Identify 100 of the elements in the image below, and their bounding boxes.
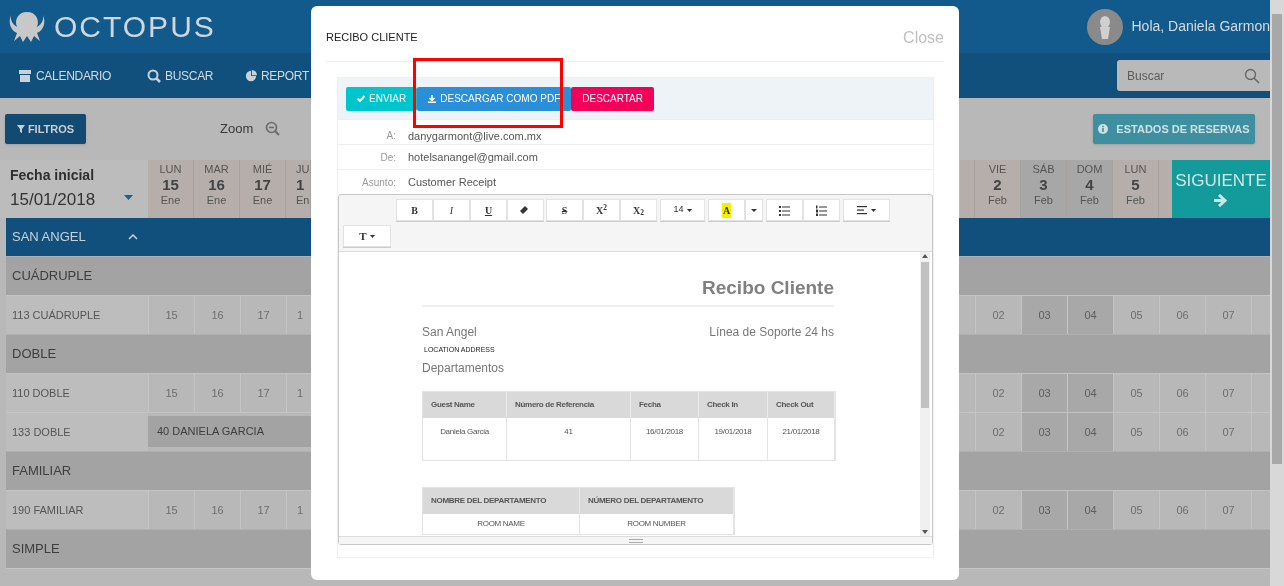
eraser-icon bbox=[520, 204, 531, 216]
nav-item[interactable]: REPORT bbox=[245, 66, 309, 85]
day-number: 16 bbox=[208, 176, 225, 193]
next-label: SIGUIENTE bbox=[1175, 171, 1267, 191]
weekday-text: SÁB bbox=[1032, 162, 1055, 176]
room-category: FAMILIAR bbox=[11, 462, 72, 481]
zoom-out-icon bbox=[265, 121, 282, 137]
column-header: Número de Referencia bbox=[507, 392, 631, 418]
date-picker[interactable]: Fecha inicial 15/01/2018 bbox=[0, 160, 148, 218]
next-button[interactable]: SIGUIENTE bbox=[1172, 160, 1270, 218]
weekday-text: JU bbox=[296, 162, 310, 176]
arrow-right-icon bbox=[1214, 194, 1228, 207]
toolbar-button[interactable]: U bbox=[470, 199, 507, 221]
day-cell[interactable]: 04 bbox=[1067, 413, 1113, 451]
room-name: 190 FAMILIAR bbox=[6, 491, 148, 529]
input-field[interactable]: danygarmont@live.com.mx bbox=[408, 129, 933, 143]
location-name: San Angel bbox=[422, 323, 477, 341]
day-header[interactable]: MIÉ 17 Ene bbox=[240, 160, 286, 218]
day-header[interactable]: SÁB 3 Feb bbox=[1021, 160, 1067, 218]
month-text: Feb bbox=[1034, 193, 1053, 207]
day-cell[interactable]: 03 bbox=[1021, 374, 1067, 412]
day-header[interactable]: DOM 4 Feb bbox=[1067, 160, 1113, 218]
toolbar-button[interactable] bbox=[507, 199, 544, 221]
align-icon bbox=[857, 204, 868, 216]
start-date-value: 15/01/2018 bbox=[10, 189, 96, 211]
search-field[interactable]: Buscar bbox=[1117, 60, 1270, 91]
day-cell[interactable]: 03 bbox=[1021, 491, 1067, 529]
support-line: Línea de Soporte 24 hs bbox=[709, 323, 834, 341]
section-title: Departamentos bbox=[422, 360, 506, 377]
column-header: Fecha bbox=[631, 392, 699, 418]
filters-button[interactable]: FILTROS bbox=[5, 114, 86, 144]
day-cell[interactable]: 03 bbox=[1021, 413, 1067, 451]
scrollbar[interactable] bbox=[920, 252, 930, 536]
room-name: 133 DOBLE bbox=[6, 413, 148, 451]
table-cell: Daniela Garcia bbox=[423, 418, 507, 460]
input-field[interactable]: hotelsanangel@gmail.com bbox=[408, 150, 933, 164]
day-header[interactable]: LUN 15 Ene bbox=[148, 160, 194, 218]
greeting-text: Hola, Daniela Garmon bbox=[1131, 17, 1270, 36]
search-icon bbox=[147, 68, 161, 83]
caret-icon bbox=[686, 208, 692, 212]
day-number: 2 bbox=[993, 176, 1002, 193]
table-cell: 16/01/2018 bbox=[631, 418, 699, 460]
day-cell[interactable]: 04 bbox=[1067, 374, 1113, 412]
status-button[interactable]: ESTADOS DE RESERVAS bbox=[1093, 114, 1255, 144]
table-cell: ROOM NAME bbox=[423, 514, 580, 534]
archive-icon bbox=[18, 68, 32, 83]
bullet-list-icon bbox=[779, 204, 790, 216]
nav-item[interactable]: BUSCAR bbox=[147, 66, 245, 85]
action-button[interactable]: DESCARTAR bbox=[571, 86, 654, 111]
close-button[interactable]: Close bbox=[903, 17, 944, 50]
toolbar-button[interactable]: A bbox=[708, 199, 745, 221]
toolbar-button[interactable] bbox=[843, 199, 890, 221]
weekday-text: MIÉ bbox=[252, 162, 273, 176]
day-header[interactable]: LUN 5 Feb bbox=[1113, 160, 1159, 218]
input-field[interactable]: Customer Receipt bbox=[408, 175, 933, 189]
search-icon bbox=[1244, 68, 1260, 84]
info-icon bbox=[1098, 124, 1109, 134]
action-button[interactable]: DESCARGAR COMO PDF bbox=[417, 86, 572, 111]
start-date-label: Fecha inicial bbox=[10, 166, 96, 185]
resize-handle-icon bbox=[628, 538, 643, 543]
table-cell: ROOM NUMBER bbox=[580, 514, 734, 534]
month-text: En bbox=[296, 193, 310, 207]
field-label: A: bbox=[385, 129, 396, 143]
weekday-text: MAR bbox=[204, 162, 229, 176]
day-cell[interactable]: 04 bbox=[1067, 491, 1113, 529]
day-number: 17 bbox=[254, 176, 271, 193]
nav-item[interactable]: CALENDARIO bbox=[18, 66, 147, 85]
logo-text: OCTOPUS bbox=[54, 11, 216, 42]
toolbar-button[interactable]: X$^{2}$ bbox=[583, 199, 620, 221]
user-silhouette-icon bbox=[1098, 14, 1113, 39]
weekday-text: LUN bbox=[159, 162, 182, 176]
booking-bar[interactable]: 40 DANIELA GARCIA bbox=[148, 416, 311, 447]
day-header[interactable]: JU 1 En bbox=[286, 160, 311, 218]
receipt-heading: Recibo Cliente bbox=[422, 252, 834, 307]
month-text: Ene bbox=[160, 193, 181, 207]
month-text: Feb bbox=[1080, 193, 1099, 207]
filter-icon bbox=[16, 125, 25, 133]
caret-icon bbox=[871, 208, 876, 212]
scrollbar[interactable] bbox=[1270, 0, 1284, 586]
toolbar-button[interactable]: I bbox=[433, 199, 470, 221]
day-number: 15 bbox=[162, 176, 179, 193]
table-cell: 21/01/2018 bbox=[768, 418, 835, 460]
toolbar-button[interactable]: X$_{2}$ bbox=[620, 199, 657, 221]
month-text: Feb bbox=[988, 193, 1007, 207]
day-cell[interactable]: 04 bbox=[1067, 296, 1113, 334]
day-header[interactable]: MAR 16 Ene bbox=[194, 160, 240, 218]
day-cell[interactable]: 03 bbox=[1021, 296, 1067, 334]
check-icon bbox=[357, 95, 365, 102]
toolbar-button[interactable]: B bbox=[396, 199, 433, 221]
caret-icon bbox=[751, 208, 757, 212]
zoom-out-button[interactable] bbox=[265, 121, 282, 137]
toolbar-button[interactable]: S bbox=[546, 199, 583, 221]
scroll-up-icon bbox=[922, 254, 928, 258]
action-button[interactable]: ENVIAR bbox=[346, 86, 418, 111]
zoom-label: Zoom bbox=[220, 120, 254, 139]
toolbar-button[interactable]: T bbox=[343, 225, 391, 247]
toolbar-button[interactable]: 14 bbox=[660, 199, 705, 221]
pie-chart-icon bbox=[245, 68, 257, 83]
room-name: 113 CUÁDRUPLE bbox=[6, 296, 148, 334]
day-header[interactable]: VIE 2 Feb bbox=[975, 160, 1021, 218]
